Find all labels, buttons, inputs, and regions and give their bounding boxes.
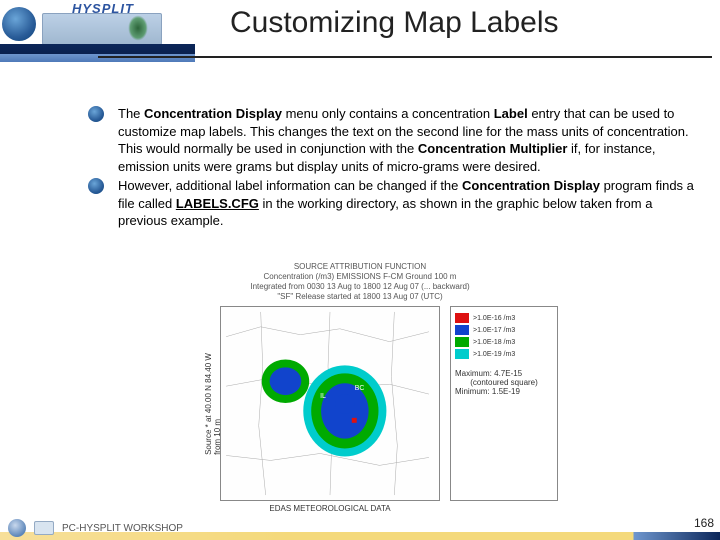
hysplit-logo-map-icon [42,13,162,45]
slide-footer: PC-HYSPLIT WORKSHOP [0,516,720,540]
legend-swatch [455,313,469,323]
figure-body: Source * at 40.00 N 84.40 W from 10 m [160,306,560,501]
figure-map: IL BC [220,306,440,501]
bullet-noaa-icon [88,178,104,194]
header-bar-dark [0,44,195,54]
figure-title-line4: "SF" Release started at 1800 13 Aug 07 (… [160,292,560,302]
example-figure: SOURCE ATTRIBUTION FUNCTION Concentratio… [160,260,560,510]
page-title: Customizing Map Labels [230,6,559,40]
figure-x-label: EDAS METEOROLOGICAL DATA [220,504,440,513]
legend-row: >1.0E-17 /m3 [455,325,553,335]
figure-title-line1: SOURCE ATTRIBUTION FUNCTION [160,262,560,272]
figure-title-line2: Concentration (/m3) EMISSIONS F-CM Groun… [160,272,560,282]
bullet-text-0: The Concentration Display menu only cont… [118,105,700,175]
legend-row: >1.0E-18 /m3 [455,337,553,347]
legend-label: >1.0E-16 /m3 [473,315,515,322]
figure-header: SOURCE ATTRIBUTION FUNCTION Concentratio… [160,260,560,302]
hysplit-logo: HYSPLIT [42,1,192,47]
legend-label: >1.0E-17 /m3 [473,327,515,334]
legend-row: >1.0E-16 /m3 [455,313,553,323]
figure-title-line3: Integrated from 0030 13 Aug to 1800 12 A… [160,282,560,292]
svg-text:IL: IL [320,393,326,400]
legend-row: >1.0E-19 /m3 [455,349,553,359]
legend-min: Minimum: 1.5E-19 [455,387,553,396]
bullet-item: However, additional label information ca… [88,177,700,230]
footer-text: PC-HYSPLIT WORKSHOP [62,523,183,534]
legend-label: >1.0E-19 /m3 [473,351,515,358]
bullet-item: The Concentration Display menu only cont… [88,105,700,175]
svg-text:BC: BC [355,385,365,392]
footer-map-icon [34,521,54,535]
legend-swatch [455,337,469,347]
legend-label: >1.0E-18 /m3 [473,339,515,346]
logo-area: HYSPLIT [0,0,195,48]
legend-contoured: (contoured square) [455,378,553,387]
legend-swatch [455,349,469,359]
noaa-logo-icon [2,7,36,41]
footer-noaa-icon [8,519,26,537]
figure-legend: >1.0E-16 /m3 >1.0E-17 /m3 >1.0E-18 /m3 >1.0… [450,306,558,501]
content-area: The Concentration Display menu only cont… [88,105,700,232]
title-underline [98,56,712,58]
legend-swatch [455,325,469,335]
map-svg: IL BC [221,307,439,500]
slide-header: HYSPLIT Customizing Map Labels [0,0,720,70]
page-number: 168 [694,516,714,530]
bullet-noaa-icon [88,106,104,122]
bullet-text-1: However, additional label information ca… [118,177,700,230]
legend-max: Maximum: 4.7E-15 [455,369,553,378]
